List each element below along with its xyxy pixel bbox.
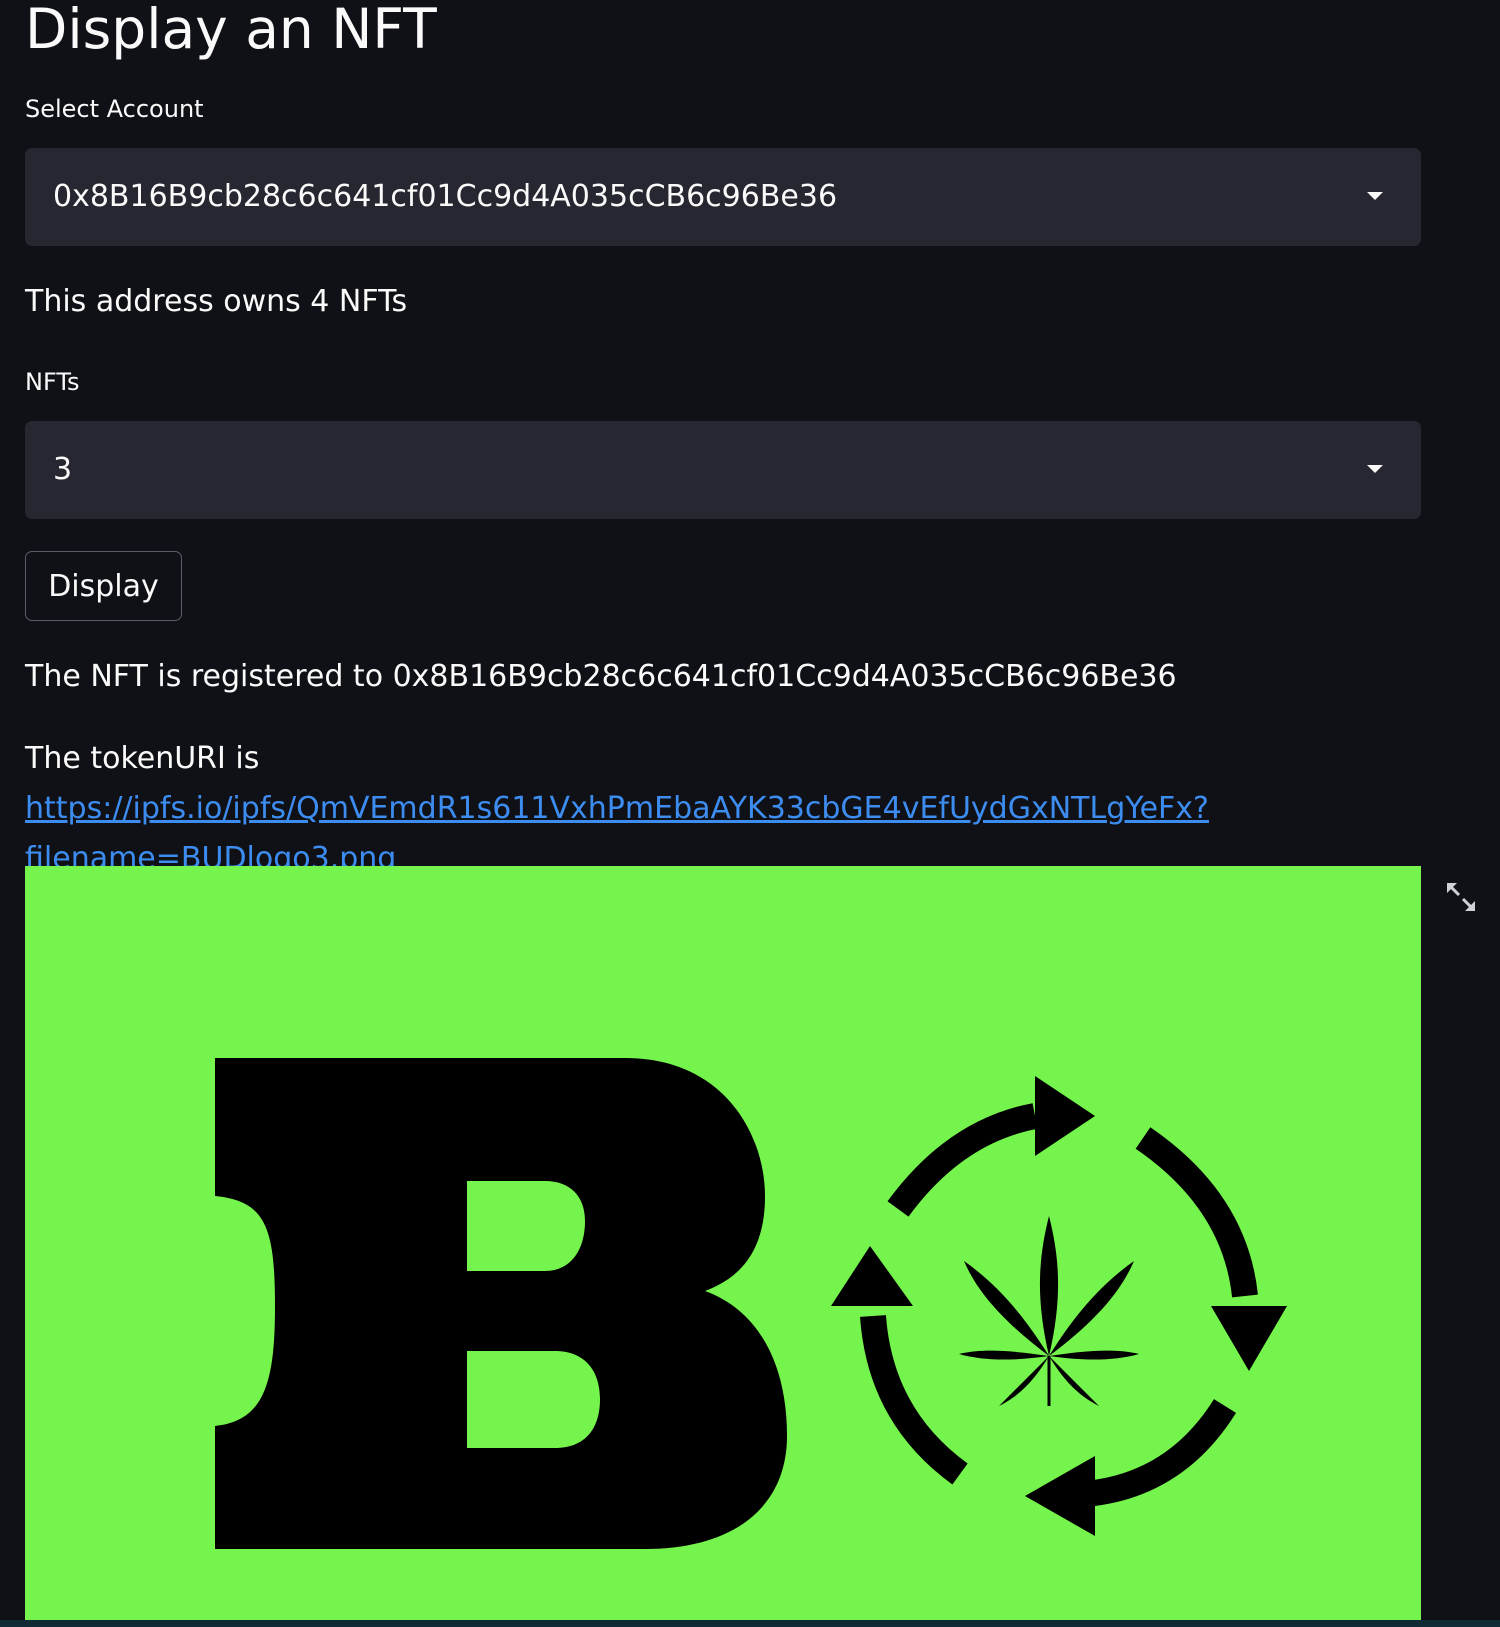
- circular-recycle-arrows-icon: [860, 1103, 1258, 1507]
- nfts-label: NFTs: [25, 368, 80, 396]
- expand-icon[interactable]: [1444, 880, 1478, 914]
- bud-logo-image: [215, 1058, 1287, 1549]
- nft-select[interactable]: 3: [25, 421, 1421, 519]
- account-select-value: 0x8B16B9cb28c6c641cf01Cc9d4A035cCB6c96Be…: [53, 179, 838, 214]
- letter-b-logo: [215, 1058, 787, 1549]
- nft-select-value: 3: [53, 452, 73, 487]
- arrow-head-left: [831, 1246, 913, 1306]
- nft-image: [25, 866, 1421, 1627]
- arrow-head-top: [1035, 1076, 1095, 1156]
- display-button[interactable]: Display: [25, 551, 182, 621]
- account-select[interactable]: 0x8B16B9cb28c6c641cf01Cc9d4A035cCB6c96Be…: [25, 148, 1421, 246]
- token-uri-link[interactable]: https://ipfs.io/ipfs/QmVEmdR1s611VxhPmEb…: [25, 791, 1209, 876]
- arrow-head-right: [1211, 1306, 1287, 1371]
- chevron-down-icon: [1367, 465, 1383, 473]
- ownership-text: This address owns 4 NFTs: [25, 284, 408, 319]
- arrow-head-bottom: [1025, 1456, 1095, 1536]
- select-account-label: Select Account: [25, 95, 204, 123]
- cannabis-leaf-icon: [959, 1216, 1139, 1406]
- token-uri-prefix: The tokenURI is: [25, 741, 260, 776]
- registered-owner-text: The NFT is registered to 0x8B16B9cb28c6c…: [25, 659, 1177, 694]
- bottom-bar: [0, 1620, 1500, 1627]
- chevron-down-icon: [1367, 192, 1383, 200]
- page-title: Display an NFT: [25, 0, 437, 61]
- token-uri-text: The tokenURI is https://ipfs.io/ipfs/QmV…: [25, 734, 1445, 884]
